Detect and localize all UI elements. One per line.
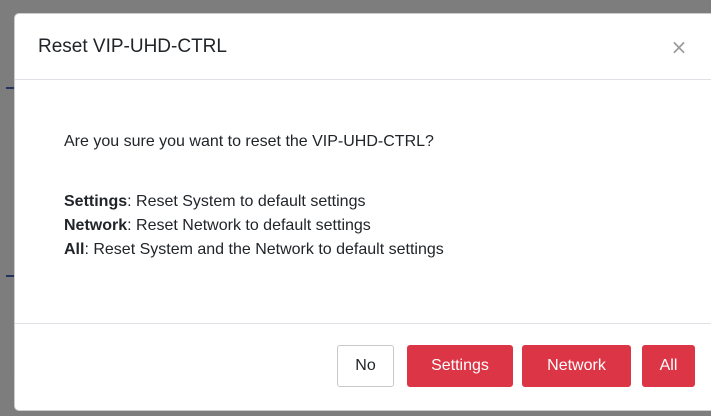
option-all: All: Reset System and the Network to def… (64, 240, 444, 264)
confirm-prompt: Are you sure you want to reset the VIP-U… (64, 133, 434, 150)
reset-dialog: Reset VIP-UHD-CTRL × Are you sure you wa… (14, 13, 711, 411)
dialog-body: Are you sure you want to reset the VIP-U… (15, 80, 711, 323)
option-name: Settings (64, 193, 128, 210)
option-network: Network: Reset Network to default settin… (64, 216, 444, 240)
reset-network-button[interactable]: Network (522, 345, 631, 387)
dialog-title: Reset VIP-UHD-CTRL (38, 36, 227, 57)
option-description: : Reset Network to default settings (127, 217, 371, 234)
option-description: : Reset System to default settings (127, 193, 366, 210)
option-description: : Reset System and the Network to defaul… (84, 241, 444, 258)
close-icon[interactable]: × (669, 35, 689, 59)
dialog-footer: No Settings Network All (15, 323, 711, 412)
reset-options-list: Settings: Reset System to default settin… (64, 192, 444, 264)
option-settings: Settings: Reset System to default settin… (64, 192, 444, 216)
option-name: All (64, 241, 85, 258)
option-name: Network (64, 217, 128, 234)
reset-settings-button[interactable]: Settings (407, 345, 513, 387)
reset-all-button[interactable]: All (642, 345, 695, 387)
no-button[interactable]: No (337, 345, 394, 387)
dialog-header: Reset VIP-UHD-CTRL × (15, 14, 711, 80)
